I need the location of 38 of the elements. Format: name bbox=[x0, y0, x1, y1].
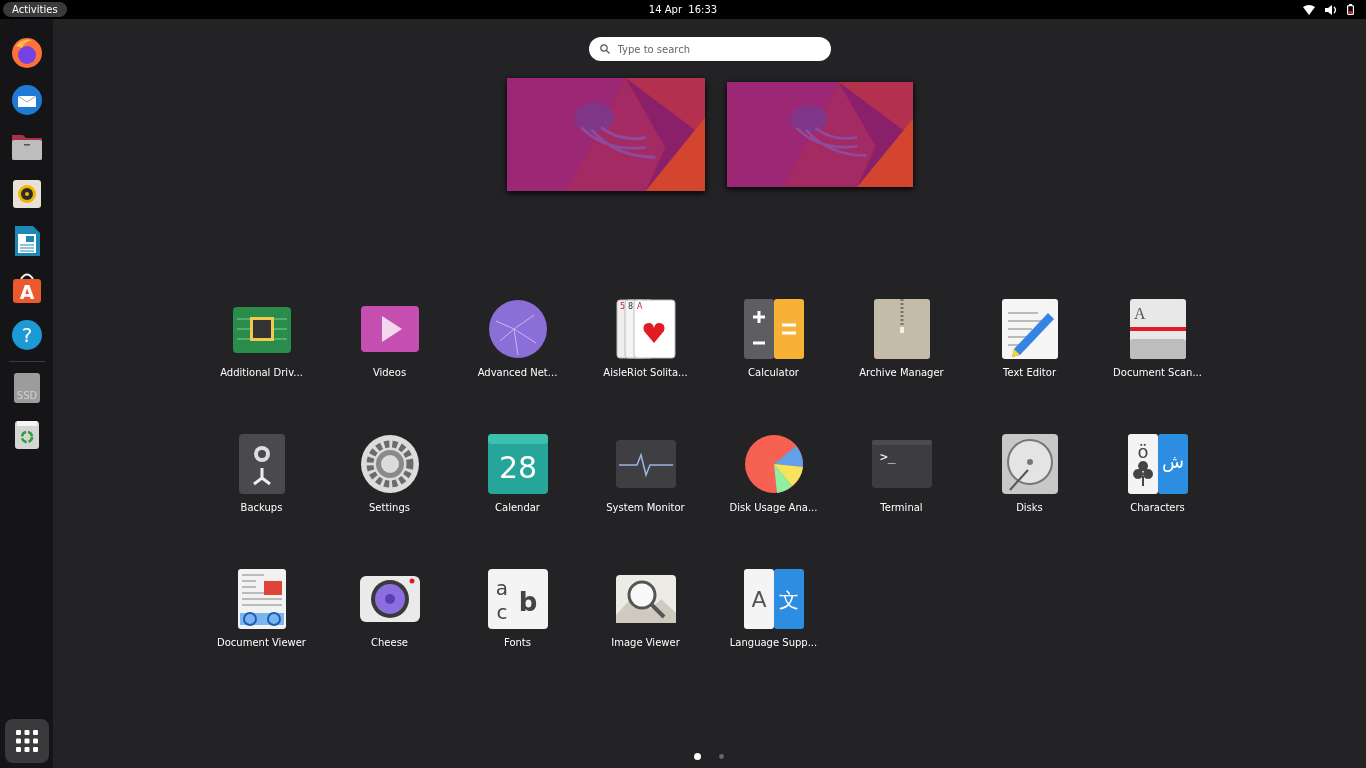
search-icon bbox=[599, 44, 610, 54]
pencil-icon bbox=[999, 299, 1060, 359]
app-launcher[interactable]: Advanced Net... bbox=[453, 293, 582, 414]
scanner-icon: A bbox=[1127, 299, 1188, 359]
app-launcher[interactable]: Additional Driv... bbox=[197, 293, 326, 414]
globe-icon bbox=[487, 299, 548, 359]
app-launcher[interactable]: Settings bbox=[325, 428, 454, 549]
app-launcher[interactable]: System Monitor bbox=[581, 428, 710, 549]
page-indicator[interactable] bbox=[694, 753, 701, 760]
calculator-icon bbox=[743, 299, 804, 359]
app-launcher[interactable]: >_ Terminal bbox=[837, 428, 966, 549]
gear-icon bbox=[359, 434, 420, 494]
app-launcher[interactable]: Image Viewer bbox=[581, 563, 710, 684]
battery-icon[interactable] bbox=[1347, 4, 1354, 15]
activities-button[interactable]: Activities bbox=[3, 2, 67, 17]
zipper-icon bbox=[871, 299, 932, 359]
app-launcher[interactable]: Text Editor bbox=[965, 293, 1094, 414]
app-launcher[interactable]: Disk Usage Ana... bbox=[709, 428, 838, 549]
app-launcher[interactable]: Cheese bbox=[325, 563, 454, 684]
app-launcher[interactable]: 28 Calendar bbox=[453, 428, 582, 549]
volume-icon[interactable] bbox=[1325, 4, 1337, 15]
wifi-icon[interactable] bbox=[1303, 4, 1315, 15]
calendar-icon: 28 bbox=[487, 434, 548, 494]
clock[interactable]: 14 Apr 16:33 bbox=[623, 4, 743, 15]
app-launcher[interactable]: Document Viewer bbox=[197, 563, 326, 684]
envelope-icon[interactable] bbox=[9, 83, 44, 117]
app-launcher[interactable]: Calculator bbox=[709, 293, 838, 414]
search-field[interactable]: Type to search bbox=[588, 37, 831, 61]
app-launcher[interactable]: Videos bbox=[325, 293, 454, 414]
app-launcher[interactable]: Disks bbox=[965, 428, 1094, 549]
app-launcher[interactable]: Backups bbox=[197, 428, 326, 549]
app-grid-icon bbox=[15, 730, 38, 752]
show-apps-button[interactable] bbox=[4, 719, 49, 763]
app-launcher[interactable]: A 文 Language Supp... bbox=[709, 563, 838, 684]
app-launcher[interactable]: Archive Manager bbox=[837, 293, 966, 414]
app-launcher[interactable]: A Document Scan... bbox=[1093, 293, 1222, 414]
pie-chart-icon bbox=[743, 434, 804, 494]
app-launcher[interactable]: 5 8 A AisleRiot Solita... bbox=[581, 293, 710, 414]
